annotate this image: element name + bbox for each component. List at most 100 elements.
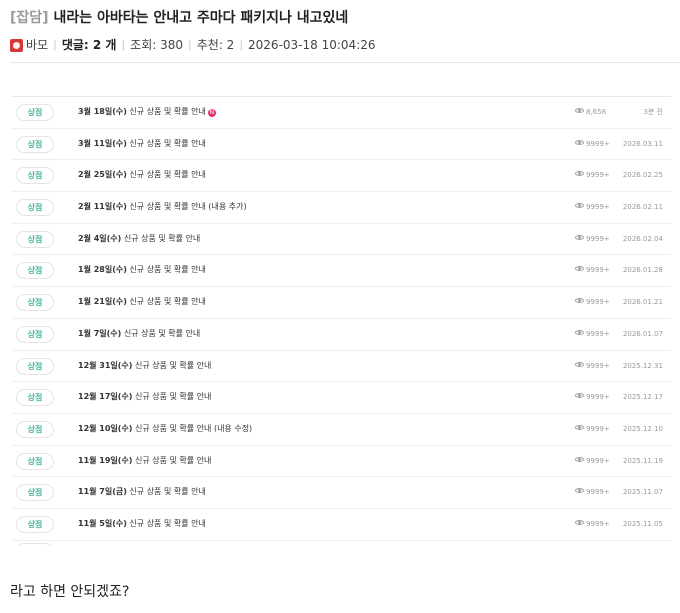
eye-icon xyxy=(575,519,584,525)
notice-views-value: 9999+ xyxy=(586,139,610,148)
notice-date: 2026.03.11 xyxy=(622,139,663,148)
notice-views-value: 9999+ xyxy=(586,456,610,465)
eye-icon xyxy=(575,171,584,177)
notice-views: 9999+ xyxy=(575,360,610,372)
notice-row[interactable]: 상점 12월 31일(수) 신규 상품 및 확률 안내 9999+ 2025.12.3… xyxy=(12,351,671,383)
notice-title[interactable]: 2월 4일(수) 신규 상품 및 확률 안내 xyxy=(78,233,200,245)
notice-tag: 상점 xyxy=(16,484,54,502)
notice-title[interactable]: 3월 11일(수) 신규 상품 및 확률 안내 xyxy=(78,138,206,150)
notice-views: 9999+ xyxy=(575,169,610,181)
notice-tag: 상점 xyxy=(16,294,54,312)
eye-icon xyxy=(575,361,584,367)
notice-views: 9999+ xyxy=(575,486,610,498)
eye-icon xyxy=(575,139,584,145)
notice-row[interactable]: 상점 1월 21일(수) 신규 상품 및 확률 안내 9999+ 2026.01.21 xyxy=(12,287,671,319)
notice-row[interactable]: 상점 12월 17일(수) 신규 상품 및 확률 안내 9999+ 2025.12.1… xyxy=(12,382,671,414)
notice-row[interactable]: 상점 3월 11일(수) 신규 상품 및 확률 안내 9999+ 2026.03.11 xyxy=(12,129,671,161)
notice-title-date: 12월 10일(수) xyxy=(78,423,133,433)
meta-separator: | xyxy=(188,38,192,51)
notice-views: 8,658 xyxy=(575,106,606,118)
notice-title[interactable]: 12월 31일(수) 신규 상품 및 확률 안내 xyxy=(78,360,211,372)
notice-views: 9999+ xyxy=(575,455,610,467)
notice-title[interactable]: 2월 11일(수) 신규 상품 및 확률 안내 (내용 추가) xyxy=(78,201,247,213)
notice-title[interactable]: 11월 7일(금) 신규 상품 및 확률 안내 xyxy=(78,486,206,498)
notice-row[interactable]: 상점 2월 11일(수) 신규 상품 및 확률 안내 (내용 추가) 9999+ 20… xyxy=(12,192,671,224)
notice-title[interactable]: 2월 25일(수) 신규 상품 및 확률 안내 xyxy=(78,169,206,181)
notice-title[interactable]: 12월 10일(수) 신규 상품 및 확률 안내 (내용 수정) xyxy=(78,423,252,435)
notice-views: 9999+ xyxy=(575,264,610,276)
notice-views-value: 9999+ xyxy=(586,488,610,497)
notice-tag: 상점 xyxy=(16,167,54,185)
notice-views: 9999+ xyxy=(575,328,610,340)
notice-row[interactable]: 상점 11월 5일(수) 신규 상품 및 확률 안내 9999+ 2025.11.05 xyxy=(12,509,671,541)
notice-title-text: 신규 상품 및 확률 안내 xyxy=(126,518,206,528)
notice-date: 2025.11.05 xyxy=(622,519,663,528)
notice-title-date: 12월 17일(수) xyxy=(78,392,133,402)
view-count: 조회: 380 xyxy=(130,38,184,52)
notice-title[interactable]: 3월 18일(수) 신규 상품 및 확률 안내 N xyxy=(78,106,216,118)
post-title-text: 내라는 아바타는 안내고 주마다 패키지나 내고있네 xyxy=(53,10,349,26)
meta-separator: | xyxy=(53,38,57,51)
notice-title-text: 신규 상품 및 확률 안내 (내용 추가) xyxy=(126,202,247,212)
notice-views-value: 9999+ xyxy=(586,203,610,212)
notice-views-value: 8,658 xyxy=(586,108,607,116)
notice-tag: 상점 xyxy=(16,262,54,280)
notice-date: 2025.11.07 xyxy=(622,488,663,497)
notice-title-text: 신규 상품 및 확률 안내 xyxy=(132,360,212,370)
notice-title-text: 신규 상품 및 확률 안내 xyxy=(132,392,212,402)
author-name[interactable]: 바모 xyxy=(26,37,48,53)
notice-title-text: 신규 상품 및 확률 안내 xyxy=(121,328,201,338)
notice-title-text: 신규 상품 및 확률 안내 xyxy=(126,297,206,307)
notice-title[interactable]: 12월 17일(수) 신규 상품 및 확률 안내 xyxy=(78,391,211,403)
notice-row[interactable]: 상점 1월 7일(수) 신규 상품 및 확률 안내 9999+ 2026.01.07 xyxy=(12,319,671,351)
notice-views-value: 9999+ xyxy=(586,519,610,528)
meta-separator: | xyxy=(121,38,126,51)
notice-title[interactable]: 1월 7일(수) 신규 상품 및 확률 안내 xyxy=(78,328,200,340)
notice-row[interactable]: 상점 11월 19일(수) 신규 상품 및 확률 안내 9999+ 2025.11.1… xyxy=(12,446,671,478)
notice-views: 9999+ xyxy=(575,423,610,435)
post-title: [잡담] 내라는 아바타는 안내고 주마다 패키지나 내고있네 xyxy=(10,8,670,28)
notice-title-text: 신규 상품 및 확률 안내 xyxy=(126,487,206,497)
notice-tag: 상점 xyxy=(16,515,54,533)
eye-icon xyxy=(575,234,584,240)
notice-title-text: 신규 상품 및 확률 안내 xyxy=(126,265,206,275)
meta-separator: | xyxy=(239,38,244,51)
post-category[interactable]: [잡담] xyxy=(10,10,49,26)
notice-tag: 상점 xyxy=(16,452,54,470)
eye-icon xyxy=(575,266,584,272)
notice-date: 2026.01.07 xyxy=(622,329,663,338)
notice-views: 9999+ xyxy=(575,138,610,150)
comment-count[interactable]: 댓글: 2 개 xyxy=(62,37,117,53)
notice-views-value: 9999+ xyxy=(586,266,610,275)
notice-row[interactable]: 상점 12월 10일(수) 신규 상품 및 확률 안내 (내용 수정) 9999+ 2… xyxy=(12,414,671,446)
notice-title[interactable]: 11월 19일(수) 신규 상품 및 확률 안내 xyxy=(78,455,211,467)
notice-title-text: 신규 상품 및 확률 안내 xyxy=(121,233,201,243)
notice-row[interactable]: 상점 2월 25일(수) 신규 상품 및 확률 안내 9999+ 2026.02.25 xyxy=(12,160,671,193)
notice-title-text: 신규 상품 및 확률 안내 (내용 수정) xyxy=(132,423,253,433)
notice-views-value: 9999+ xyxy=(586,424,610,433)
header-divider xyxy=(10,62,680,63)
notice-views: 9999+ xyxy=(575,296,610,308)
notice-row[interactable]: 상점 11월 7일(금) 신규 상품 및 확률 안내 9999+ 2025.11.07 xyxy=(12,477,671,509)
notice-title-date: 11월 5일(수) xyxy=(78,518,127,528)
notice-date: 2026.02.11 xyxy=(622,203,663,212)
notice-title-date: 11월 7일(금) xyxy=(78,487,127,497)
notice-date: 2026.02.04 xyxy=(622,234,663,243)
notice-title-date: 3월 11일(수) xyxy=(78,138,127,148)
notice-date: 3분 전 xyxy=(643,108,663,116)
eye-icon xyxy=(575,298,584,304)
notice-title[interactable]: 11월 5일(수) 신규 상품 및 확률 안내 xyxy=(78,518,206,530)
notice-views: 9999+ xyxy=(575,201,610,213)
notice-tag: 상점 xyxy=(16,325,54,343)
notice-row[interactable]: 상점 2월 4일(수) 신규 상품 및 확률 안내 9999+ 2026.02.04 xyxy=(12,224,671,256)
notice-date: 2026.01.28 xyxy=(622,266,663,275)
eye-icon xyxy=(575,108,584,113)
recommend-count: 추천: 2 xyxy=(196,38,235,52)
comment-label: 댓글: xyxy=(61,38,93,52)
notice-views-value: 9999+ xyxy=(586,393,610,402)
notice-title[interactable]: 1월 28일(수) 신규 상품 및 확률 안내 xyxy=(78,264,206,276)
notice-title[interactable]: 1월 21일(수) 신규 상품 및 확률 안내 xyxy=(78,296,206,308)
notice-row[interactable]: 상점 1월 28일(수) 신규 상품 및 확률 안내 9999+ 2026.01.28 xyxy=(12,255,671,288)
notice-views-value: 9999+ xyxy=(586,361,610,370)
notice-row[interactable]: 상점 3월 18일(수) 신규 상품 및 확률 안내 N 8,658 3분 전 xyxy=(12,97,671,129)
